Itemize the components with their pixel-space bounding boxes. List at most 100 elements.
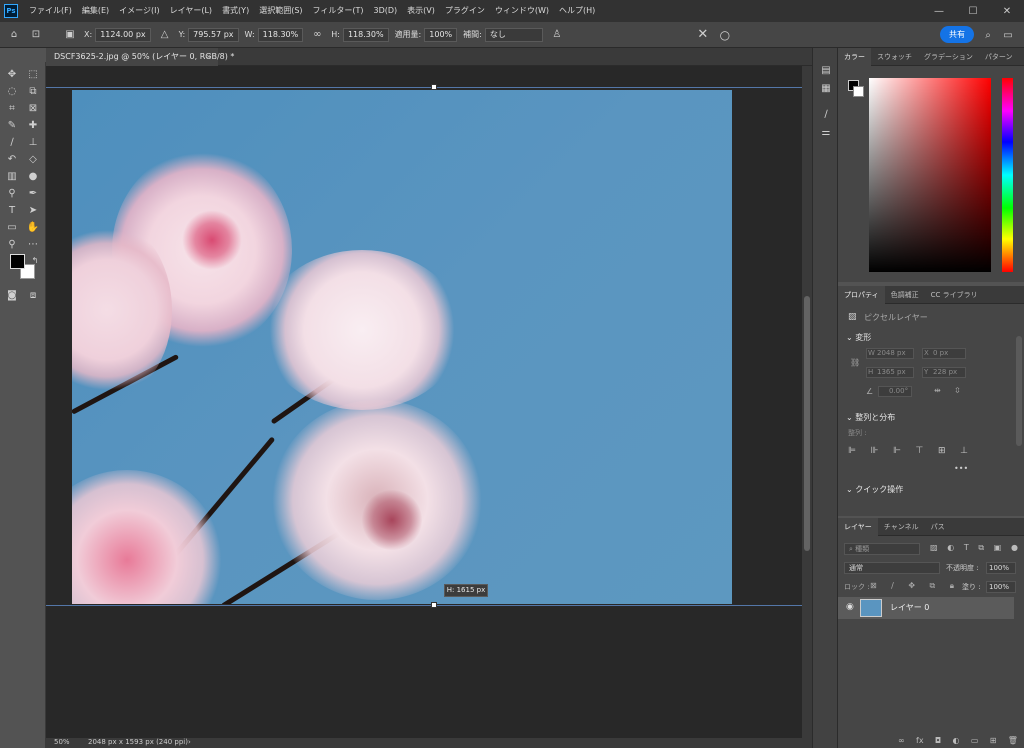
delete-layer-icon[interactable]: 🗑︎ [1008, 736, 1018, 746]
quick-actions-heading[interactable]: ⌄ クイック操作 [846, 484, 903, 495]
menu-help[interactable]: ヘルプ(H) [554, 0, 600, 22]
minimize-button[interactable]: — [922, 0, 956, 22]
align-hcenter-icon[interactable]: ⊪ [870, 446, 878, 458]
h-field[interactable]: 118.30% [342, 27, 389, 42]
frame-tool-icon[interactable]: ⊠ [25, 100, 41, 116]
eyedropper-tool-icon[interactable]: ✎ [4, 117, 20, 133]
crop-tool-icon[interactable]: ⌗ [4, 100, 20, 116]
menu-layer[interactable]: レイヤー(L) [165, 0, 217, 22]
color-bg-swatch[interactable] [853, 86, 864, 97]
align-top-icon[interactable]: ⊤ [915, 446, 923, 458]
hue-slider[interactable] [1002, 78, 1013, 272]
lock-all-icon[interactable]: 🔒︎ [950, 581, 954, 591]
flip-vertical-icon[interactable]: ⇳ [954, 386, 961, 395]
adjustments-panel-icon[interactable]: ⚌ [818, 124, 834, 140]
align-bottom-icon[interactable]: ⊥ [960, 446, 968, 458]
close-window-button[interactable]: ✕ [990, 0, 1024, 22]
interpolation-select[interactable]: なし [484, 27, 543, 42]
menu-type[interactable]: 書式(Y) [217, 0, 254, 22]
workspace-icon[interactable]: ▭ [1000, 27, 1016, 43]
lasso-tool-icon[interactable]: ◌ [4, 83, 20, 99]
more-tools-icon[interactable]: ⋯ [25, 236, 41, 252]
filter-pixel-icon[interactable]: ▨ [930, 543, 938, 555]
zoom-tool-icon[interactable]: ⚲ [4, 236, 20, 252]
align-left-icon[interactable]: ⊫ [848, 446, 856, 458]
healing-brush-tool-icon[interactable]: ✚ [25, 117, 41, 133]
properties-scrollbar[interactable] [1016, 336, 1022, 446]
delta-icon[interactable]: △ [157, 27, 173, 43]
history-brush-tool-icon[interactable]: ↶ [4, 151, 20, 167]
hand-tool-icon[interactable]: ✋ [25, 219, 41, 235]
vertical-scroll-thumb[interactable] [804, 296, 810, 551]
type-tool-icon[interactable]: T [4, 202, 20, 218]
close-tab-icon[interactable]: × [205, 48, 212, 66]
lock-transparent-icon[interactable]: ⊠ [870, 581, 877, 591]
prop-y-field[interactable]: 228 px [922, 367, 966, 378]
tab-swatches[interactable]: スウォッチ [871, 48, 918, 66]
prop-angle-field[interactable]: 0.00° [878, 386, 912, 397]
shape-tool-icon[interactable]: ▭ [4, 219, 20, 235]
menu-filter[interactable]: フィルター(T) [308, 0, 369, 22]
tab-patterns[interactable]: パターン [979, 48, 1019, 66]
filter-toggle-icon[interactable]: ● [1011, 543, 1018, 555]
menu-edit[interactable]: 編集(E) [77, 0, 114, 22]
tab-gradients[interactable]: グラデーション [918, 48, 979, 66]
home-icon[interactable]: ⌂ [6, 27, 22, 43]
layer-filter-input[interactable]: ⌕ 種類 [844, 543, 920, 555]
marquee-tool-icon[interactable]: ⬚ [25, 66, 41, 82]
menu-file[interactable]: ファイル(F) [24, 0, 77, 22]
tab-channels[interactable]: チャンネル [878, 518, 925, 536]
search-icon[interactable]: ⌕ [980, 27, 996, 43]
cherry-blossom-photo[interactable] [72, 90, 732, 604]
quick-mask-icon[interactable]: ◙ [4, 287, 20, 303]
x-field[interactable]: 1124.00 px [95, 27, 151, 42]
menu-3d[interactable]: 3D(D) [369, 0, 403, 22]
y-field[interactable]: 795.57 px [188, 27, 239, 42]
menu-plugins[interactable]: プラグイン [440, 0, 490, 22]
libraries-panel-icon[interactable]: ▦ [818, 80, 834, 96]
fill-field[interactable]: 100% [986, 581, 1016, 593]
eraser-tool-icon[interactable]: ◇ [25, 151, 41, 167]
share-button[interactable]: 共有 [940, 26, 974, 43]
menu-view[interactable]: 表示(V) [402, 0, 440, 22]
tab-adjustments[interactable]: 色調補正 [885, 286, 925, 304]
canvas-area[interactable]: H: 1615 px [46, 66, 802, 738]
path-select-tool-icon[interactable]: ➤ [25, 202, 41, 218]
status-menu-chevron-icon[interactable]: › [188, 738, 191, 746]
tab-color[interactable]: カラー [838, 47, 871, 66]
filter-smart-icon[interactable]: ▣ [994, 543, 1002, 555]
move-tool-icon[interactable]: ✥ [4, 66, 20, 82]
cancel-transform-icon[interactable]: ✕ [695, 27, 711, 43]
flip-horizontal-icon[interactable]: ⇹ [934, 386, 941, 395]
reference-point-icon[interactable]: ▣ [62, 27, 78, 43]
tab-cc-libraries[interactable]: CC ライブラリ [925, 286, 984, 304]
maximize-button[interactable]: ☐ [956, 0, 990, 22]
zoom-level[interactable]: 50% [54, 738, 70, 746]
pen-tool-icon[interactable]: ✒ [25, 185, 41, 201]
filter-adjustment-icon[interactable]: ◐ [947, 543, 954, 555]
commit-transform-icon[interactable]: ○ [717, 27, 733, 43]
vertical-scrollbar[interactable] [802, 66, 812, 738]
lock-artboard-icon[interactable]: ⧉ [930, 581, 936, 591]
align-right-icon[interactable]: ⊩ [893, 446, 901, 458]
visibility-eye-icon[interactable]: ◉ [846, 602, 854, 612]
history-panel-icon[interactable]: ▤ [818, 62, 834, 78]
lock-position-icon[interactable]: ✥ [908, 581, 915, 591]
new-group-icon[interactable]: ▭ [971, 736, 979, 746]
transform-tool-icon[interactable]: ⊡ [28, 27, 44, 43]
menu-select[interactable]: 選択範囲(S) [254, 0, 307, 22]
link-icon[interactable]: ∞ [309, 27, 325, 43]
layer-row[interactable]: ◉ レイヤー 0 [838, 597, 1014, 619]
layer-name[interactable]: レイヤー 0 [890, 602, 929, 613]
more-options-icon[interactable]: ••• [954, 464, 968, 473]
menu-window[interactable]: ウィンドウ(W) [490, 0, 554, 22]
blur-tool-icon[interactable]: ● [25, 168, 41, 184]
filter-shape-icon[interactable]: ⧉ [978, 543, 984, 555]
transform-heading[interactable]: ⌄ 変形 [846, 332, 871, 343]
add-mask-icon[interactable]: ◘ [935, 736, 941, 746]
document-tab[interactable]: DSCF3625-2.jpg @ 50% (レイヤー 0, RGB/8) * × [46, 48, 234, 66]
lock-pixels-icon[interactable]: ∕ [891, 581, 894, 591]
tab-paths[interactable]: パス [925, 518, 951, 536]
swap-colors-icon[interactable]: ↰ [27, 252, 43, 268]
dodge-tool-icon[interactable]: ⚲ [4, 185, 20, 201]
